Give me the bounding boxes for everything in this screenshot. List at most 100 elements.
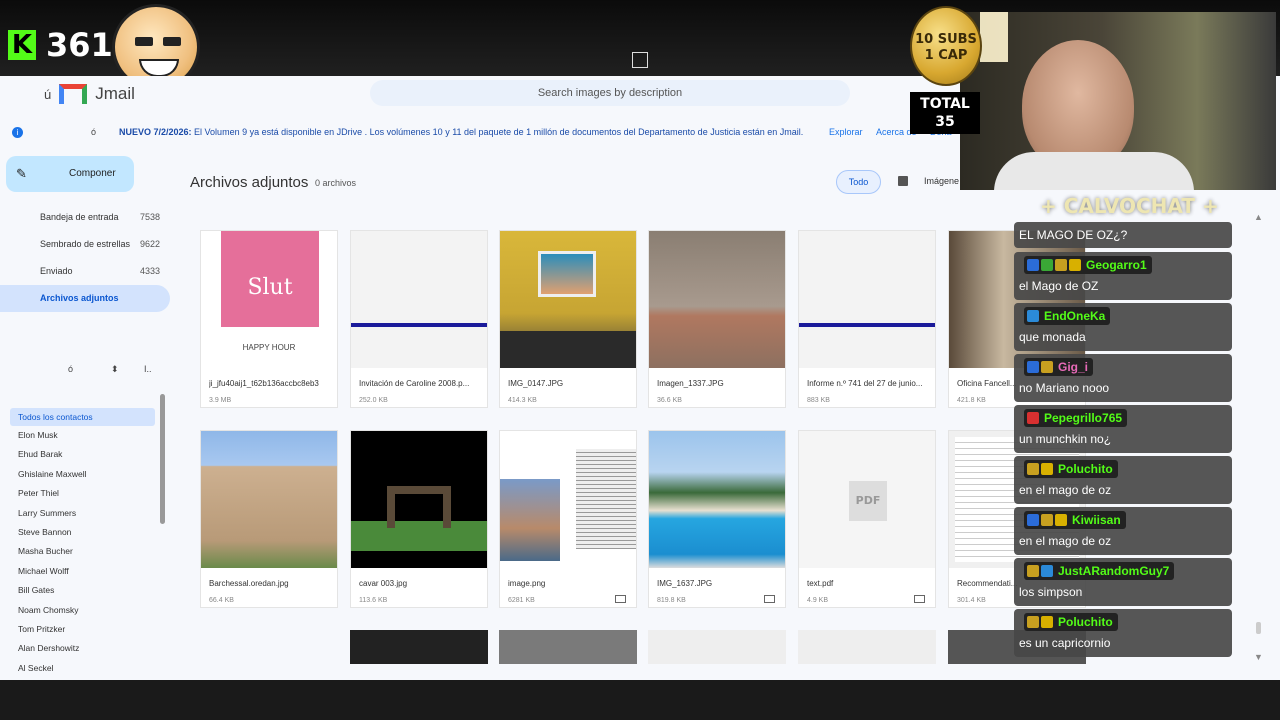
sidebar-mini-1[interactable]: ó [68, 364, 73, 374]
sidebar-item-sent[interactable]: Enviado 4333 [0, 258, 170, 285]
file-name: IMG_1637.JPG [657, 579, 713, 588]
attachment-thumbnail: Slut HAPPY HOUR [201, 231, 337, 368]
file-name: Invitación de Caroline 2008.p... [359, 379, 470, 388]
total-label: TOTAL [920, 96, 970, 112]
sidebar-mini-2[interactable]: ⬍ [111, 364, 119, 375]
search-input[interactable]: Search images by description [370, 80, 850, 106]
info-icon: i [12, 126, 23, 138]
attachment-card[interactable]: Invitación de Caroline 2008.p... 252.0 K… [350, 230, 488, 408]
total-value: 35 [935, 114, 955, 130]
file-size: 819.8 KB [657, 597, 686, 604]
file-size: 414.3 KB [508, 397, 537, 404]
contact-item[interactable]: Ehud Barak [10, 445, 155, 464]
attachment-thumbnail [799, 231, 935, 368]
contact-item[interactable]: Noam Chomsky [10, 601, 155, 620]
mail-icon[interactable] [914, 595, 925, 603]
file-count: 0 archivos [315, 178, 357, 188]
file-size: 421.8 KB [957, 397, 986, 404]
contacts-all[interactable]: Todos los contactos [10, 408, 155, 426]
slut-text: Slut [221, 231, 319, 327]
chat-badge-icon [1041, 616, 1053, 628]
chat-user[interactable]: JustARandomGuy7 [1024, 562, 1175, 580]
chat-scrollbar[interactable]: ▲ ▼ [1254, 190, 1263, 666]
explore-link[interactable]: Explorar [829, 127, 863, 137]
chat-user[interactable]: Poluchito [1024, 613, 1118, 631]
compose-button[interactable]: ✎ Componer [6, 156, 134, 192]
attachment-card[interactable]: image.png 6281 KB [499, 430, 637, 608]
contact-item[interactable]: Larry Summers [10, 504, 155, 523]
attachment-card[interactable]: Slut HAPPY HOUR ji_jfu40aij1_t62b136accb… [200, 230, 338, 408]
filter-all-button[interactable]: Todo [836, 170, 881, 194]
filter-images-button[interactable]: Imágene [924, 176, 959, 186]
attachment-card-partial[interactable] [499, 630, 637, 664]
attachment-card[interactable]: IMG_1637.JPG 819.8 KB [648, 430, 786, 608]
scroll-down-icon[interactable]: ▼ [1254, 652, 1263, 662]
chat-message: JustARandomGuy7 los simpson [1014, 558, 1232, 606]
gmail-logo-icon [59, 84, 88, 104]
attachment-card-partial[interactable] [648, 630, 786, 664]
file-name: Informe n.º 741 del 27 de junio... [807, 379, 923, 388]
brand[interactable]: ú Jmail [44, 84, 135, 104]
nav-count: 9622 [139, 239, 160, 249]
chat-badge-icon [1027, 514, 1039, 526]
chat-user[interactable]: Kiwiisan [1024, 511, 1126, 529]
contact-item[interactable]: Alan Dershowitz [10, 639, 155, 658]
contact-item[interactable]: Peter Thiel [10, 484, 155, 503]
scroll-up-icon[interactable]: ▲ [1254, 212, 1263, 222]
file-size: 252.0 KB [359, 397, 388, 404]
image-icon [898, 176, 908, 186]
attachment-thumbnail [649, 431, 785, 568]
loading-bar [799, 323, 935, 327]
contact-item[interactable]: Ghislaine Maxwell [10, 465, 155, 484]
sidebar-item-starred[interactable]: Sembrado de estrellas 9622 [0, 231, 170, 258]
attachment-card[interactable]: Imagen_1337.JPG 36.6 KB [648, 230, 786, 408]
chat-user[interactable]: Geogarro1 [1024, 256, 1152, 274]
loading-bar [351, 323, 487, 327]
attachment-card[interactable]: IMG_0147.JPG 414.3 KB [499, 230, 637, 408]
attachment-thumbnail [500, 431, 636, 568]
contact-item[interactable]: Steve Bannon [10, 523, 155, 542]
chat-badge-icon [1027, 616, 1039, 628]
attachment-card[interactable]: PDF text.pdf 4.9 KB [798, 430, 936, 608]
sidebar-item-attachments[interactable]: Archivos adjuntos [0, 285, 170, 312]
mail-icon[interactable] [764, 595, 775, 603]
attachment-card-partial[interactable] [350, 630, 488, 664]
stream-overlay-bottom [0, 680, 1280, 720]
chat-text: EL MAGO DE OZ¿? [1019, 228, 1128, 242]
attachment-card[interactable]: Barchessal.oredan.jpg 66.4 KB [200, 430, 338, 608]
scroll-thumb[interactable] [1256, 622, 1261, 634]
file-size: 36.6 KB [657, 397, 682, 404]
chat-user[interactable]: Pepegrillo765 [1024, 409, 1128, 427]
attachment-card[interactable]: Informe n.º 741 del 27 de junio... 883 K… [798, 230, 936, 408]
chat-username: Geogarro1 [1086, 258, 1147, 272]
chat-user[interactable]: EndOneKa [1024, 307, 1111, 325]
attachment-card-partial[interactable] [798, 630, 936, 664]
sidebar-mini-3[interactable]: I.. [144, 364, 152, 374]
contact-item[interactable]: Bill Gates [10, 581, 155, 600]
chat-badge-icon [1055, 259, 1067, 271]
attachment-thumbnail [649, 231, 785, 368]
banner-bold: NUEVO 7/2/2026: [119, 127, 192, 137]
contact-item[interactable]: Al Seckel [10, 659, 155, 678]
sidebar-item-inbox[interactable]: Bandeja de entrada 7538 [0, 204, 170, 231]
contact-item[interactable]: Masha Bucher [10, 542, 155, 561]
attachment-card[interactable]: cavar 003.jpg 113.6 KB [350, 430, 488, 608]
contact-item[interactable]: Tom Pritzker [10, 620, 155, 639]
nav-label: Enviado [40, 266, 73, 276]
nav-label: Archivos adjuntos [40, 293, 119, 303]
chat-user[interactable]: Poluchito [1024, 460, 1118, 478]
contacts-scrollbar[interactable] [160, 394, 165, 524]
app-name: Jmail [95, 84, 135, 103]
mail-icon[interactable] [615, 595, 626, 603]
chat-user[interactable]: Gig_i [1024, 358, 1094, 376]
chat-badge-icon [1027, 412, 1039, 424]
chat-message: EndOneKa que monada [1014, 303, 1232, 351]
total-counter: TOTAL 35 [910, 92, 980, 134]
file-size: 301.4 KB [957, 597, 986, 604]
chat-badge-icon [1027, 463, 1039, 475]
chat-badge-icon [1027, 565, 1039, 577]
contact-item[interactable]: Elon Musk [10, 426, 155, 445]
contact-item[interactable]: Michael Wolff [10, 562, 155, 581]
banner-body: El Volumen 9 ya está disponible en JDriv… [191, 127, 804, 137]
attachment-thumbnail [351, 431, 487, 568]
